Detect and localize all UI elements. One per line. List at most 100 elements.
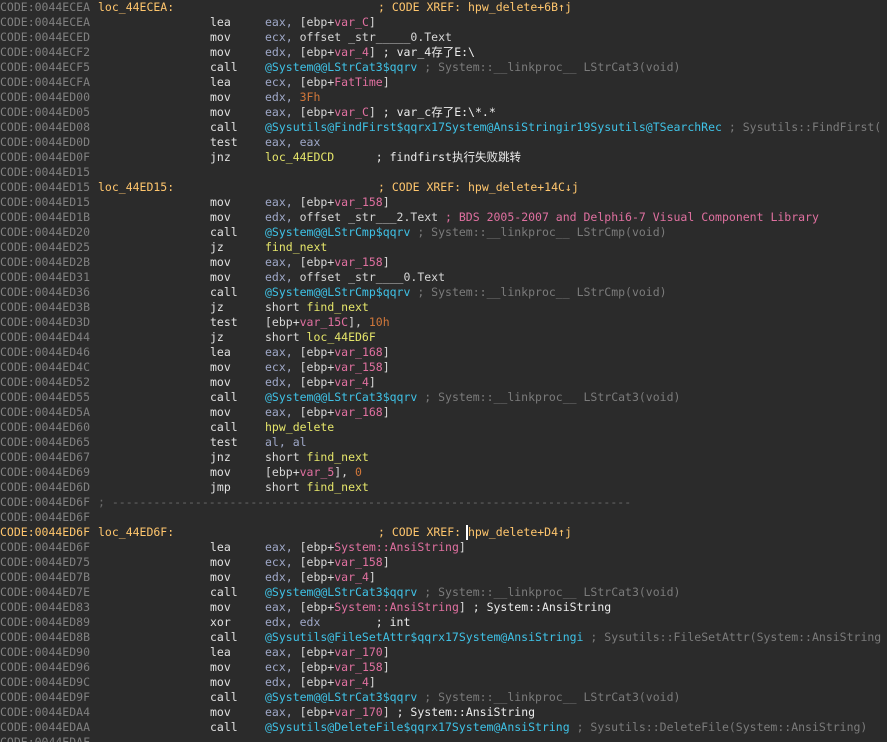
- operand-token[interactable]: var_158: [334, 360, 382, 374]
- code-label[interactable]: loc_44ED15:: [98, 180, 174, 195]
- operand-token[interactable]: var_4: [334, 570, 369, 584]
- operands[interactable]: ecx, [ebp+var_158]: [265, 360, 390, 375]
- mnemonic[interactable]: mov: [210, 45, 231, 60]
- mnemonic[interactable]: mov: [210, 195, 231, 210]
- operand-token[interactable]: System::AnsiString: [334, 600, 459, 614]
- disasm-line[interactable]: CODE:0044ED6F ; -------------------------…: [0, 495, 887, 510]
- disasm-line[interactable]: CODE:0044ED15 mov eax, [ebp+var_158]: [0, 195, 887, 210]
- operand-token[interactable]: FatTime: [334, 75, 382, 89]
- operands[interactable]: eax, [ebp+var_168]: [265, 405, 390, 420]
- disasm-line[interactable]: CODE:0044ED7E call @System@@LStrCat3$qqrv …: [0, 585, 887, 600]
- operands[interactable]: edx, offset _str___2.Text ; BDS 2005-200…: [265, 210, 819, 225]
- disasm-line[interactable]: CODE:0044EDA4 mov eax, [ebp+var_170] ; Sys…: [0, 705, 887, 720]
- operand-token[interactable]: @Sysutils@FileSetAttr$qqrx17System@AnsiS…: [265, 630, 584, 644]
- xref-comment[interactable]: ; CODE XREF: hpw_delete+14C↓j: [378, 180, 579, 195]
- operand-token[interactable]: var_4: [334, 675, 369, 689]
- disasm-line[interactable]: CODE:0044ED9F call @System@@LStrCat3$qqrv …: [0, 690, 887, 705]
- disasm-line[interactable]: CODE:0044ED90 lea eax, [ebp+var_170]: [0, 645, 887, 660]
- operand-token[interactable]: System::AnsiString: [334, 540, 459, 554]
- mnemonic[interactable]: call: [210, 720, 238, 735]
- operands[interactable]: ecx, [ebp+var_158]: [265, 555, 390, 570]
- mnemonic[interactable]: jmp: [210, 480, 231, 495]
- mnemonic[interactable]: lea: [210, 75, 231, 90]
- operands[interactable]: [ebp+var_15C], 10h: [265, 315, 390, 330]
- operand-token[interactable]: @System@@LStrCat3$qqrv: [265, 585, 417, 599]
- disasm-line[interactable]: CODE:0044ED31 mov edx, offset _str____0.Te…: [0, 270, 887, 285]
- operand-token[interactable]: var_C: [334, 105, 369, 119]
- disasm-line[interactable]: CODE:0044ED6F: [0, 510, 887, 525]
- mnemonic[interactable]: lea: [210, 345, 231, 360]
- disasm-line[interactable]: CODE:0044ED0D test eax, eax: [0, 135, 887, 150]
- disasm-line[interactable]: CODE:0044ED46 lea eax, [ebp+var_168]: [0, 345, 887, 360]
- operand-token[interactable]: var_170: [334, 705, 382, 719]
- mnemonic[interactable]: call: [210, 630, 238, 645]
- disasm-line[interactable]: CODE:0044ED15: [0, 165, 887, 180]
- operands[interactable]: find_next: [265, 240, 327, 255]
- mnemonic[interactable]: lea: [210, 645, 231, 660]
- disasm-line[interactable]: CODE:0044EDAA call @Sysutils@DeleteFile$qq…: [0, 720, 887, 735]
- disasm-line[interactable]: CODE:0044ED69 mov [ebp+var_5], 0: [0, 465, 887, 480]
- operands[interactable]: eax, eax: [265, 135, 320, 150]
- operands[interactable]: ecx, offset _str_____0.Text: [265, 30, 452, 45]
- mnemonic[interactable]: mov: [210, 360, 231, 375]
- operands[interactable]: @System@@LStrCat3$qqrv ; System::__linkp…: [265, 390, 680, 405]
- mnemonic[interactable]: mov: [210, 255, 231, 270]
- operands[interactable]: loc_44EDCD ; findfirst执行失败跳转: [265, 150, 521, 165]
- operands[interactable]: @System@@LStrCmp$qqrv ; System::__linkpr…: [265, 285, 667, 300]
- disasm-line[interactable]: CODE:0044ED2B mov eax, [ebp+var_158]: [0, 255, 887, 270]
- operands[interactable]: @Sysutils@DeleteFile$qqrx17System@AnsiSt…: [265, 720, 867, 735]
- disasm-line[interactable]: CODE:0044ED67 jnz short find_next: [0, 450, 887, 465]
- disasm-line[interactable]: CODE:0044ED9C mov edx, [ebp+var_4]: [0, 675, 887, 690]
- disasm-line[interactable]: CODE:0044ED00 mov edx, 3Fh: [0, 90, 887, 105]
- operand-token[interactable]: hpw_delete: [265, 420, 334, 434]
- mnemonic[interactable]: mov: [210, 600, 231, 615]
- operands[interactable]: @System@@LStrCat3$qqrv ; System::__linkp…: [265, 585, 680, 600]
- disasm-line[interactable]: CODE:0044ED1B mov edx, offset _str___2.Tex…: [0, 210, 887, 225]
- mnemonic[interactable]: mov: [210, 90, 231, 105]
- operands[interactable]: eax, [ebp+var_170]: [265, 645, 390, 660]
- operand-token[interactable]: find_next: [307, 480, 369, 494]
- disasm-line[interactable]: CODE:0044ED6F loc_44ED6F: ; CODE XREF: hpw…: [0, 525, 887, 540]
- operand-token[interactable]: @Sysutils@FindFirst$qqrx17System@AnsiStr…: [265, 120, 722, 134]
- disasm-line[interactable]: CODE:0044ED15 loc_44ED15: ; CODE XREF: hpw…: [0, 180, 887, 195]
- disasm-line[interactable]: CODE:0044ED5A mov eax, [ebp+var_168]: [0, 405, 887, 420]
- disasm-line[interactable]: CODE:0044ECF2 mov edx, [ebp+var_4] ; var_4…: [0, 45, 887, 60]
- operand-token[interactable]: var_168: [334, 405, 382, 419]
- operand-token[interactable]: var_158: [334, 660, 382, 674]
- disasm-line[interactable]: CODE:0044ED4C mov ecx, [ebp+var_158]: [0, 360, 887, 375]
- disasm-line[interactable]: CODE:0044ED52 mov edx, [ebp+var_4]: [0, 375, 887, 390]
- operand-token[interactable]: var_5: [300, 465, 335, 479]
- disasm-line[interactable]: CODE:0044ED44 jz short loc_44ED6F: [0, 330, 887, 345]
- operand-token[interactable]: find_next: [307, 300, 369, 314]
- mnemonic[interactable]: call: [210, 420, 238, 435]
- disasm-line[interactable]: CODE:0044ED8B call @Sysutils@FileSetAttr$q…: [0, 630, 887, 645]
- operand-token[interactable]: find_next: [307, 450, 369, 464]
- mnemonic[interactable]: mov: [210, 555, 231, 570]
- operands[interactable]: eax, [ebp+System::AnsiString] ; System::…: [265, 600, 611, 615]
- operand-token[interactable]: @System@@LStrCat3$qqrv: [265, 60, 417, 74]
- operand-token[interactable]: @Sysutils@DeleteFile$qqrx17System@AnsiSt…: [265, 720, 570, 734]
- code-label[interactable]: loc_44ECEA:: [98, 0, 174, 15]
- mnemonic[interactable]: mov: [210, 30, 231, 45]
- operands[interactable]: eax, [ebp+var_158]: [265, 195, 390, 210]
- disasm-line[interactable]: CODE:0044ED60 call hpw_delete: [0, 420, 887, 435]
- operand-token[interactable]: var_158: [334, 255, 382, 269]
- xref-comment[interactable]: ; CODE XREF: hpw_delete+6B↑j: [378, 0, 572, 15]
- mnemonic[interactable]: mov: [210, 660, 231, 675]
- mnemonic[interactable]: mov: [210, 675, 231, 690]
- operands[interactable]: @System@@LStrCmp$qqrv ; System::__linkpr…: [265, 225, 667, 240]
- mnemonic[interactable]: call: [210, 390, 238, 405]
- operands[interactable]: edx, 3Fh: [265, 90, 320, 105]
- mnemonic[interactable]: mov: [210, 270, 231, 285]
- operand-token[interactable]: @System@@LStrCmp$qqrv: [265, 225, 410, 239]
- mnemonic[interactable]: mov: [210, 570, 231, 585]
- operands[interactable]: short find_next: [265, 300, 369, 315]
- disasm-line[interactable]: CODE:0044ED3D test [ebp+var_15C], 10h: [0, 315, 887, 330]
- operands[interactable]: @System@@LStrCat3$qqrv ; System::__linkp…: [265, 690, 680, 705]
- mnemonic[interactable]: jz: [210, 330, 224, 345]
- disasm-line[interactable]: CODE:0044ED0F jnz loc_44EDCD ; findfirst执行…: [0, 150, 887, 165]
- disasm-line[interactable]: CODE:0044ED55 call @System@@LStrCat3$qqrv …: [0, 390, 887, 405]
- mnemonic[interactable]: test: [210, 435, 238, 450]
- mnemonic[interactable]: call: [210, 225, 238, 240]
- disasm-line[interactable]: CODE:0044ED3B jz short find_next: [0, 300, 887, 315]
